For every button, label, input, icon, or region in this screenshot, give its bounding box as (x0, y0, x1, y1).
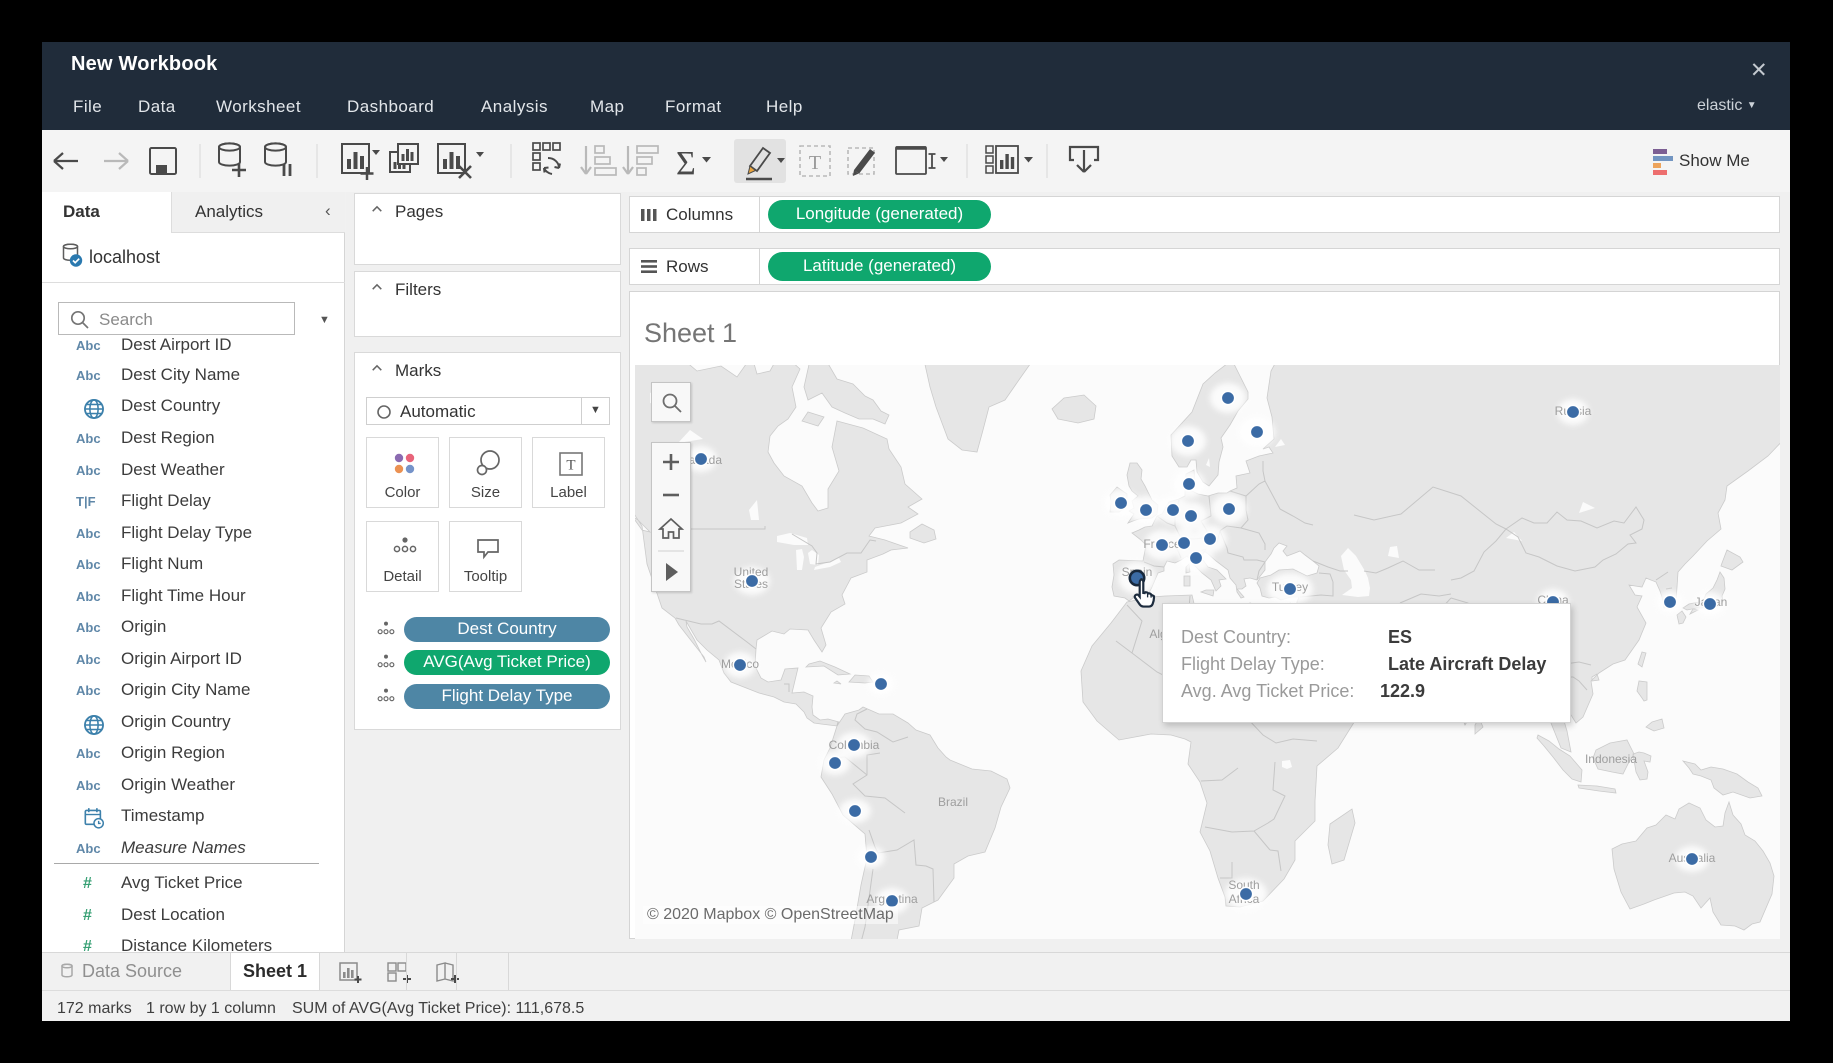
svg-text:T: T (809, 152, 821, 174)
svg-text:T: T (566, 458, 575, 474)
svg-text:Indonesia: Indonesia (1585, 752, 1637, 766)
svg-text:Σ: Σ (676, 145, 696, 182)
svg-text:Brazil: Brazil (938, 795, 968, 809)
